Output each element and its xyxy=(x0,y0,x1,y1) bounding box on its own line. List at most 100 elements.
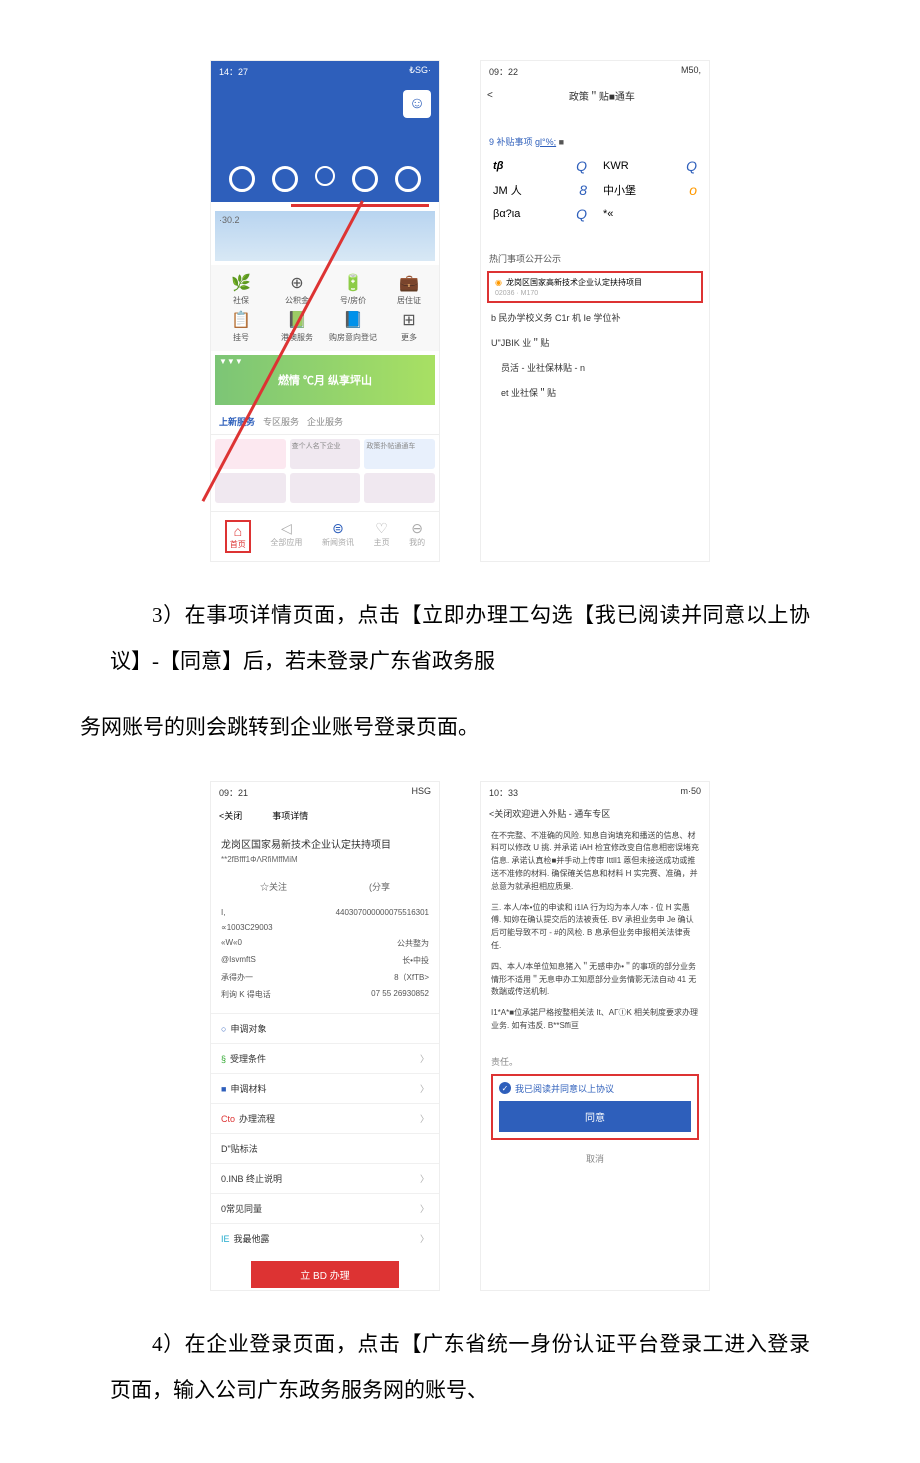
page-header: <关闭欢迎进入外贴 - 通车专区 xyxy=(481,803,709,824)
page-header: <关闭 事项详情 xyxy=(211,803,439,828)
circle-icon[interactable] xyxy=(315,166,335,186)
nav-me[interactable]: ⊖我的 xyxy=(409,520,425,553)
list-item[interactable]: §受理条件〉 xyxy=(211,1043,439,1073)
agreement-checkbox[interactable]: ✓ 我已阅读并同意以上协议 xyxy=(499,1082,691,1095)
banner[interactable]: ·30.2 xyxy=(215,211,435,261)
page-title: 政策＂贴■通车 xyxy=(569,88,635,103)
section-title: 热门事项公开公示 xyxy=(481,242,709,269)
promo-banner[interactable]: ▼▼▼ 燃情 ℃月 纵享坪山 xyxy=(215,355,435,405)
nav-all[interactable]: ◁全部应用 xyxy=(270,520,302,553)
bullet-icon: Cto xyxy=(221,1114,235,1124)
circle-icon[interactable] xyxy=(352,166,378,192)
nav-icon: ◁ xyxy=(270,520,302,537)
list-item[interactable]: 员活 - 业社保林贴 - n xyxy=(481,355,709,380)
share-button[interactable]: (分享 xyxy=(369,880,390,893)
item-title: 龙岗区国家易新技术企业认定扶持项目 xyxy=(221,836,429,851)
card-item[interactable]: 查个人名下企业 xyxy=(290,439,361,469)
list-item[interactable]: ■申调材料〉 xyxy=(211,1073,439,1103)
cat-row[interactable]: JM 人8 xyxy=(493,182,587,198)
instruction-step-3-cont: 务网账号的则会跳转到企业账号登录页面。 xyxy=(0,694,920,760)
grid-item[interactable]: 🌿社保 xyxy=(215,273,267,306)
home-icon: ⌂ xyxy=(230,523,246,539)
nav-news[interactable]: ⊜新闻资讯 xyxy=(322,520,354,553)
card-item[interactable]: 政策扑帖通通车 xyxy=(364,439,435,469)
category-grid: tβQ KWRQ JM 人8 中小堡o βα?ιaQ *« xyxy=(481,154,709,226)
status-right: HSG xyxy=(411,786,431,799)
agree-button[interactable]: 同意 xyxy=(499,1101,691,1132)
highlighted-item[interactable]: ◉龙岗区国家高新技术企业认定扶持项目 02036 · M170 xyxy=(487,271,703,303)
cancel-button[interactable]: 取消 xyxy=(491,1144,699,1173)
card-item[interactable] xyxy=(364,473,435,503)
close-button[interactable]: <关闭 xyxy=(219,809,242,822)
screenshot-item-detail: 09：21 HSG <关闭 事项详情 龙岗区国家易新技术企业认定扶持项目 **2… xyxy=(210,781,440,1291)
list-item[interactable]: 0.INB 终止说明〉 xyxy=(211,1163,439,1193)
check-icon: ✓ xyxy=(499,1082,511,1094)
circle-icon[interactable] xyxy=(395,166,421,192)
instruction-step-4: 4）在企业登录页面，点击【广东省统一身份认证平台登录工进入登录页面，输入公司广东… xyxy=(0,1311,920,1423)
apply-button[interactable]: 立 BD 办理 xyxy=(251,1261,399,1288)
chevron-icon: 〉 xyxy=(420,1052,429,1065)
status-bar: 14：27 ₺SG· xyxy=(211,61,439,82)
tab-zone[interactable]: 专区服务 xyxy=(263,415,299,428)
list-item[interactable]: D"贴标法 xyxy=(211,1133,439,1163)
hkmo-icon: 📗 xyxy=(271,310,323,330)
grid-item[interactable]: 💼居住证 xyxy=(383,273,435,306)
card-item[interactable] xyxy=(215,439,286,469)
list-item[interactable]: b 民办学校义务 C1r 机 Ie 学位补 xyxy=(481,305,709,330)
info-block: I,440307000000075516301 ∝1003C29003 «W«0… xyxy=(211,901,439,1007)
bullet-icon: IE xyxy=(221,1234,230,1244)
list-item[interactable]: ○申调对象 xyxy=(211,1013,439,1043)
tab-enterprise[interactable]: 企业服务 xyxy=(307,415,343,428)
banner-tag: ·30.2 xyxy=(219,215,240,225)
circle-icon[interactable] xyxy=(272,166,298,192)
nav-fav[interactable]: ♡主页 xyxy=(374,520,390,553)
grid-item[interactable]: 📘购房意向登记 xyxy=(327,310,379,343)
grid-item[interactable]: 📗港澳服务 xyxy=(271,310,323,343)
bullet-icon: ○ xyxy=(221,1024,226,1034)
cat-row[interactable]: βα?ιaQ xyxy=(493,206,587,222)
quick-actions xyxy=(211,156,439,202)
service-grid: 🌿社保 ⊕公积金 🔋号/房价 💼居住证 📋挂号 📗港澳服务 📘购房意向登记 ⊞更… xyxy=(211,265,439,351)
avatar-icon[interactable]: ☺ xyxy=(403,90,431,118)
circle-icon[interactable] xyxy=(229,166,255,192)
chevron-icon: 〉 xyxy=(420,1232,429,1245)
agreement-footer: 责任。 ✓ 我已阅读并同意以上协议 同意 取消 xyxy=(481,1047,709,1181)
card-item[interactable] xyxy=(215,473,286,503)
section-tabs: 上新服务 专区服务 企业服务 xyxy=(211,409,439,435)
house-icon: 🔋 xyxy=(327,273,379,293)
grid-item[interactable]: 🔋号/房价 xyxy=(327,273,379,306)
item-title-area: 龙岗区国家易新技术企业认定扶持项目 **2fBfff1ΦΛRfiMffMiM xyxy=(211,828,439,872)
app-header: ☺ xyxy=(211,82,439,126)
bottom-nav: ⌂首页 ◁全部应用 ⊜新闻资讯 ♡主页 ⊖我的 xyxy=(211,511,439,561)
subsidy-count: 9 补贴事项 gl°%; ■ xyxy=(481,129,709,154)
screenshot-app-home: 14：27 ₺SG· ☺ ·30.2 🌿社保 ⊕公积金 🔋号/房价 💼居住证 📋… xyxy=(210,60,440,562)
list-item[interactable]: Cto办理流程〉 xyxy=(211,1103,439,1133)
back-button[interactable]: < xyxy=(487,90,493,101)
more-icon: ⊞ xyxy=(383,310,435,330)
list-item[interactable]: IE我最他露〉 xyxy=(211,1223,439,1253)
registration-icon: 📋 xyxy=(215,310,267,330)
favorite-button[interactable]: ☆关注 xyxy=(260,880,287,893)
status-right: ₺SG· xyxy=(409,65,431,78)
grid-item[interactable]: 📋挂号 xyxy=(215,310,267,343)
grid-item[interactable]: ⊕公积金 xyxy=(271,273,323,306)
status-time: 09：22 xyxy=(489,65,518,78)
list-item[interactable]: U"JBIK 业＂贴 xyxy=(481,330,709,355)
nav-placeholder xyxy=(211,126,439,156)
status-bar: 09：21 HSG xyxy=(211,782,439,803)
link[interactable]: gl°%; xyxy=(535,137,556,147)
nav-home[interactable]: ⌂首页 xyxy=(225,520,251,553)
shebao-icon: 🌿 xyxy=(215,273,267,293)
grid-item[interactable]: ⊞更多 xyxy=(383,310,435,343)
cat-row[interactable]: *« xyxy=(603,206,697,222)
cat-row[interactable]: 中小堡o xyxy=(603,182,697,198)
cat-row[interactable]: KWRQ xyxy=(603,158,697,174)
tab-new[interactable]: 上新服务 xyxy=(219,415,255,428)
list-item[interactable]: et 业社保＂贴 xyxy=(481,380,709,405)
cat-row[interactable]: tβQ xyxy=(493,158,587,174)
card-rows: 查个人名下企业 政策扑帖通通车 xyxy=(211,435,439,511)
instruction-step-3: 3）在事项详情页面，点击【立即办理工勾选【我已阅读并同意以上协议】-【同意】后，… xyxy=(0,582,920,694)
list-item[interactable]: 0常见同量〉 xyxy=(211,1193,439,1223)
card-item[interactable] xyxy=(290,473,361,503)
badge-icon: ◉ xyxy=(495,278,502,287)
